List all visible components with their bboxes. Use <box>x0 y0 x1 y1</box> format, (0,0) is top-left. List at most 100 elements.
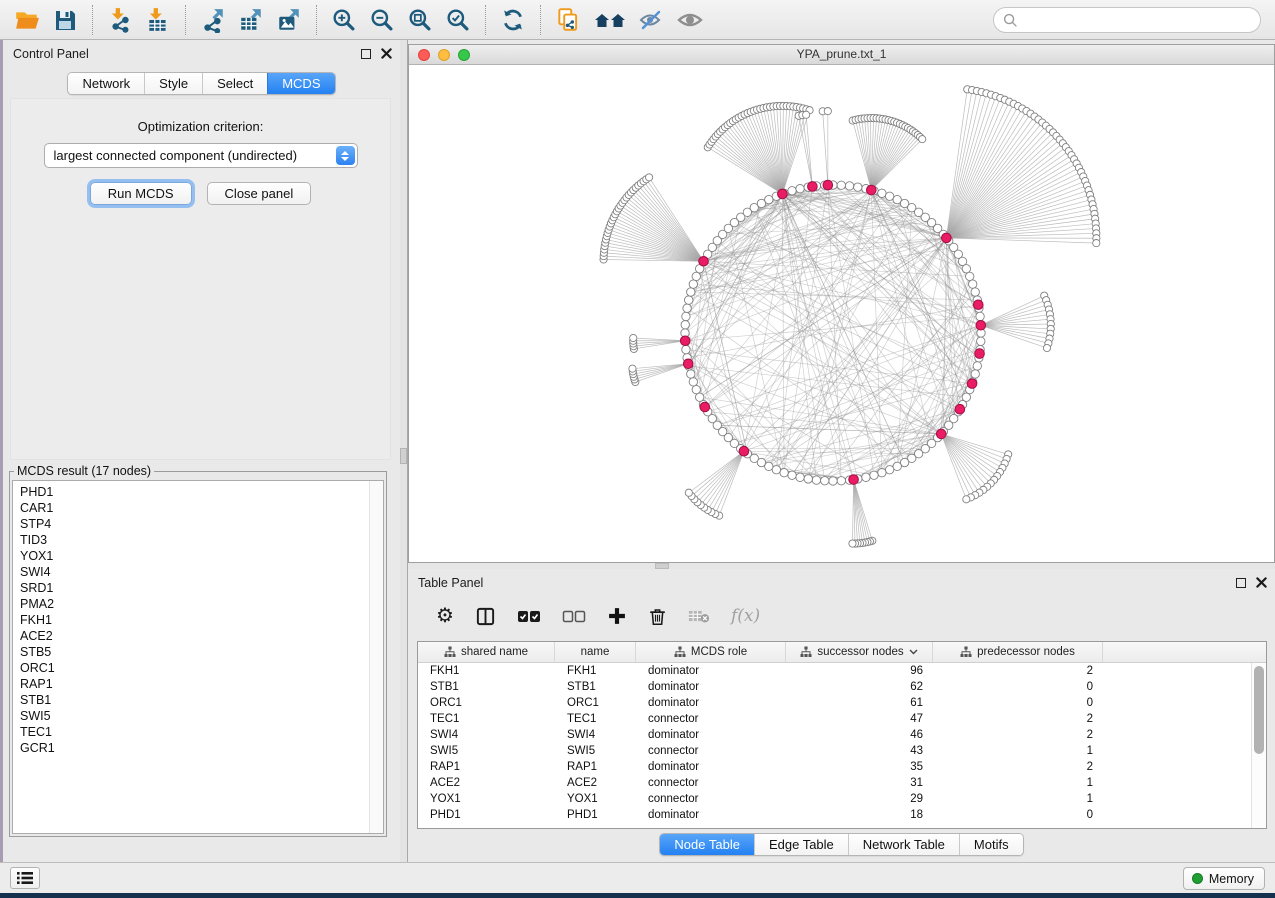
graph-hub-node[interactable] <box>739 446 749 456</box>
table-row[interactable]: SWI4 SWI4 dominator 46 2 <box>418 727 1266 743</box>
graph-hub-node[interactable] <box>778 189 788 199</box>
graph-node[interactable] <box>685 296 693 304</box>
graph-hub-node[interactable] <box>955 404 965 414</box>
column-header-mcds-role[interactable]: MCDS role <box>636 642 786 662</box>
graph-hub-node[interactable] <box>976 320 986 330</box>
show-details-button[interactable] <box>674 4 706 36</box>
import-network-button[interactable] <box>104 4 136 36</box>
graph-node[interactable] <box>878 189 886 197</box>
graph-hub-node[interactable] <box>683 359 693 369</box>
graph-node[interactable] <box>645 174 652 181</box>
graph-hub-node[interactable] <box>967 379 977 389</box>
graph-node[interactable] <box>804 475 812 483</box>
float-panel-icon[interactable] <box>361 49 371 59</box>
graph-node[interactable] <box>837 477 845 485</box>
graph-node[interactable] <box>854 183 862 191</box>
zoom-out-button[interactable] <box>366 4 398 36</box>
graph-node[interactable] <box>682 312 690 320</box>
select-all-icon[interactable] <box>517 609 541 624</box>
delete-column-icon[interactable] <box>648 606 667 627</box>
minimize-window-icon[interactable] <box>438 49 450 61</box>
table-scrollbar[interactable] <box>1251 663 1266 828</box>
graph-node[interactable] <box>692 272 700 280</box>
close-window-icon[interactable] <box>418 49 430 61</box>
list-item[interactable]: STB5 <box>20 644 383 660</box>
graph-node[interactable] <box>812 476 820 484</box>
graph-node[interactable] <box>878 468 886 476</box>
list-item[interactable]: YOX1 <box>20 548 383 564</box>
graph-hub-node[interactable] <box>849 475 859 485</box>
table-row[interactable]: SWI5 SWI5 connector 43 1 <box>418 743 1266 759</box>
graph-node[interactable] <box>966 272 974 280</box>
table-row[interactable]: STB1 STB1 dominator 62 0 <box>418 679 1266 695</box>
graph-node[interactable] <box>963 496 970 503</box>
graph-node[interactable] <box>685 489 692 496</box>
list-item[interactable]: SWI5 <box>20 708 383 724</box>
table-row[interactable]: FKH1 FKH1 dominator 96 2 <box>418 663 1266 679</box>
graph-hub-node[interactable] <box>975 349 985 359</box>
graph-hub-node[interactable] <box>936 429 946 439</box>
graph-node[interactable] <box>893 462 901 470</box>
graph-node[interactable] <box>765 195 773 203</box>
graph-node[interactable] <box>829 477 837 485</box>
list-item[interactable]: CAR1 <box>20 500 383 516</box>
list-item[interactable]: PHD1 <box>20 484 383 500</box>
graph-node[interactable] <box>821 477 829 485</box>
column-header-shared-name[interactable]: shared name <box>418 642 555 662</box>
tab-style[interactable]: Style <box>144 73 202 94</box>
run-mcds-button[interactable]: Run MCDS <box>90 182 192 205</box>
zoom-fit-button[interactable] <box>404 4 436 36</box>
list-item[interactable]: ACE2 <box>20 628 383 644</box>
graph-node[interactable] <box>977 337 985 345</box>
export-network-button[interactable] <box>197 4 229 36</box>
list-item[interactable]: GCR1 <box>20 740 383 756</box>
search-box[interactable] <box>993 7 1261 33</box>
zoom-selected-button[interactable] <box>442 4 474 36</box>
graph-node[interactable] <box>837 181 845 189</box>
close-panel-icon[interactable] <box>381 48 392 59</box>
graph-hub-node[interactable] <box>808 182 818 192</box>
graph-node[interactable] <box>780 468 788 476</box>
table-row[interactable]: ORC1 ORC1 dominator 61 0 <box>418 695 1266 711</box>
export-image-button[interactable] <box>273 4 305 36</box>
hide-details-button[interactable] <box>636 4 668 36</box>
graph-node[interactable] <box>885 466 893 474</box>
list-item[interactable]: SRD1 <box>20 580 383 596</box>
graph-node[interactable] <box>772 466 780 474</box>
graph-node[interactable] <box>796 185 804 193</box>
first-neighbors-button[interactable] <box>590 4 630 36</box>
graph-node[interactable] <box>968 280 976 288</box>
graph-hub-node[interactable] <box>680 336 690 346</box>
graph-node[interactable] <box>849 540 856 547</box>
graph-node[interactable] <box>630 334 637 341</box>
export-table-button[interactable] <box>235 4 267 36</box>
graph-node[interactable] <box>796 473 804 481</box>
clone-network-button[interactable] <box>552 4 584 36</box>
search-input[interactable] <box>1024 13 1260 27</box>
graph-node[interactable] <box>862 473 870 481</box>
splitter-grip[interactable] <box>400 448 407 464</box>
graph-node[interactable] <box>788 187 796 195</box>
table-row[interactable]: ACE2 ACE2 connector 31 1 <box>418 775 1266 791</box>
vertical-splitter[interactable] <box>400 40 408 862</box>
column-header-successor-nodes[interactable]: successor nodes <box>786 642 933 662</box>
import-table-button[interactable] <box>142 4 174 36</box>
graph-node[interactable] <box>824 107 831 114</box>
list-item[interactable]: STB1 <box>20 692 383 708</box>
graph-node[interactable] <box>971 370 979 378</box>
graph-node[interactable] <box>845 182 853 190</box>
list-item[interactable]: STP4 <box>20 516 383 532</box>
scrollbar-thumb[interactable] <box>1254 666 1264 754</box>
close-panel-button[interactable]: Close panel <box>207 182 312 205</box>
table-row[interactable]: PHD1 PHD1 dominator 18 0 <box>418 807 1266 823</box>
graph-hub-node[interactable] <box>867 185 877 195</box>
graph-node[interactable] <box>692 385 700 393</box>
list-item[interactable]: FKH1 <box>20 612 383 628</box>
tab-network-table[interactable]: Network Table <box>848 834 959 855</box>
list-item[interactable]: ORC1 <box>20 660 383 676</box>
list-item[interactable]: PMA2 <box>20 596 383 612</box>
optimization-criterion-select[interactable]: largest connected component (undirected) <box>44 143 358 168</box>
deselect-all-icon[interactable] <box>562 609 586 624</box>
graph-node[interactable] <box>962 265 970 273</box>
graph-node[interactable] <box>919 136 926 143</box>
